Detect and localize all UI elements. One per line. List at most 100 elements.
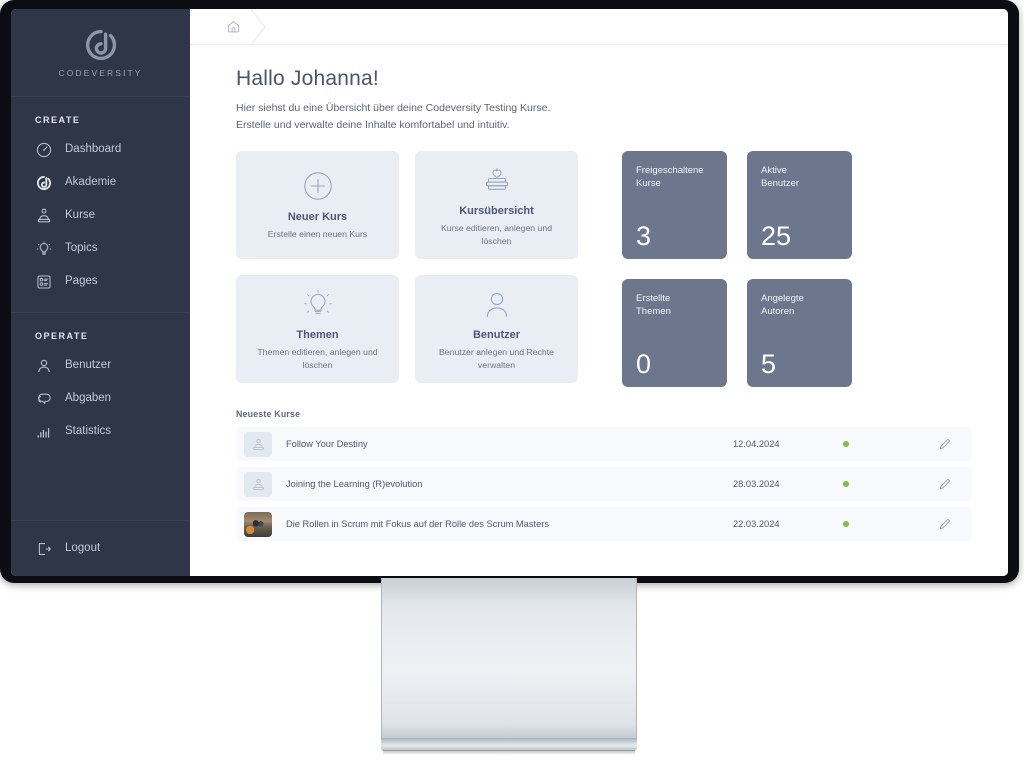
nav-heading-operate: OPERATE	[35, 331, 89, 341]
stat-card-label: Freigeschaltene Kurse	[636, 165, 704, 190]
sidebar-item-label: Topics	[65, 241, 98, 254]
sidebar-item-label: Pages	[65, 274, 98, 287]
action-card-benutzer[interactable]: Benutzer Benutzer anlegen und Rechte ver…	[415, 275, 578, 383]
chat-bubbles-icon	[35, 390, 52, 407]
sidebar-item-dashboard[interactable]: Dashboard	[11, 133, 190, 166]
sidebar-item-label: Benutzer	[65, 358, 112, 371]
page-subtitle-line1: Hier siehst du eine Übersicht über deine…	[236, 102, 551, 114]
nav-heading-create: CREATE	[35, 115, 81, 125]
course-thumbnail-photo	[244, 511, 272, 537]
course-thumbnail-placeholder	[244, 471, 272, 497]
action-card-desc: Themen editieren, anlegen und löschen	[257, 346, 378, 370]
table-row[interactable]: Joining the Learning (R)evolution 28.03.…	[236, 467, 972, 501]
person-icon	[481, 287, 513, 321]
courses-list: Follow Your Destiny 12.04.2024 Joining t…	[236, 427, 972, 541]
books-stack-icon	[35, 207, 52, 224]
action-card-desc: Kurse editieren, anlegen und löschen	[440, 222, 553, 246]
course-date: 22.03.2024	[733, 519, 780, 529]
stat-card-value: 3	[636, 221, 652, 251]
status-badge	[843, 441, 928, 447]
course-name: Joining the Learning (R)evolution	[286, 479, 423, 489]
lightbulb-icon	[302, 287, 334, 321]
apple-books-icon	[480, 163, 514, 197]
stat-card-value: 5	[761, 349, 777, 379]
edit-course-button[interactable]	[928, 437, 962, 451]
status-badge	[843, 521, 928, 527]
breadcrumb-separator-icon	[249, 9, 271, 46]
sidebar-item-statistics[interactable]: Statistics	[11, 415, 190, 448]
screenshot-stage: CODEVERSITY CREATE Dashboard Akademie Ku…	[0, 0, 1024, 761]
breadcrumb	[190, 9, 1008, 46]
action-card-title: Benutzer	[472, 328, 521, 341]
sidebar-item-benutzer[interactable]: Benutzer	[11, 349, 190, 382]
action-cards: Neuer Kurs Erstelle einen neuen Kurs Kur…	[236, 151, 578, 383]
stat-card-label: Aktive Benutzer	[761, 165, 800, 190]
dashboard-grid: Neuer Kurs Erstelle einen neuen Kurs Kur…	[236, 151, 972, 387]
action-card-kursuebersicht[interactable]: Kursübersicht Kurse editieren, anlegen u…	[415, 151, 578, 259]
sidebar-item-kurse[interactable]: Kurse	[11, 199, 190, 232]
page-title: Hallo Johanna!	[236, 67, 379, 90]
action-card-neuer-kurs[interactable]: Neuer Kurs Erstelle einen neuen Kurs	[236, 151, 399, 259]
sidebar-item-label: Kurse	[65, 208, 96, 221]
nav-section-operate: OPERATE Benutzer Abgaben Statistics	[11, 312, 190, 448]
sidebar-item-abgaben[interactable]: Abgaben	[11, 382, 190, 415]
sidebar-item-label: Abgaben	[65, 391, 112, 404]
stat-card-value: 25	[761, 221, 792, 251]
logout-button[interactable]: Logout	[11, 534, 190, 563]
stat-card-freigeschaltete-kurse[interactable]: Freigeschaltene Kurse 3	[622, 151, 727, 259]
sidebar-item-label: Dashboard	[65, 142, 122, 155]
page-subtitle: Hier siehst du eine Übersicht über deine…	[236, 100, 972, 134]
stat-cards: Freigeschaltene Kurse 3 Aktive Benutzer …	[622, 151, 852, 387]
monitor-screen: CODEVERSITY CREATE Dashboard Akademie Ku…	[11, 9, 1008, 576]
action-card-themen[interactable]: Themen Themen editieren, anlegen und lös…	[236, 275, 399, 383]
monitor-stand-neck	[381, 578, 637, 744]
stat-card-value: 0	[636, 349, 652, 379]
monitor-stand-shadow	[383, 750, 635, 755]
codeversity-mark-icon	[35, 174, 52, 191]
action-card-title: Themen	[296, 328, 339, 341]
stat-card-label: Angelegte Autoren	[761, 293, 804, 318]
stat-card-aktive-benutzer[interactable]: Aktive Benutzer 25	[747, 151, 852, 259]
stat-card-label: Erstellte Themen	[636, 293, 671, 318]
plus-circle-icon	[302, 169, 334, 203]
sidebar-item-pages[interactable]: Pages	[11, 265, 190, 298]
brand-name: CODEVERSITY	[58, 67, 143, 78]
person-icon	[35, 357, 52, 374]
sidebar-item-topics[interactable]: Topics	[11, 232, 190, 265]
sidebar-item-label: Akademie	[65, 175, 117, 188]
edit-course-button[interactable]	[928, 477, 962, 491]
brand: CODEVERSITY	[11, 9, 190, 97]
logout-icon	[35, 540, 52, 557]
sidebar-item-label: Statistics	[65, 424, 112, 437]
action-card-desc: Benutzer anlegen und Rechte verwalten	[439, 346, 554, 370]
table-row[interactable]: Follow Your Destiny 12.04.2024	[236, 427, 972, 461]
logout-label: Logout	[65, 541, 101, 554]
monitor-bezel: CODEVERSITY CREATE Dashboard Akademie Ku…	[0, 0, 1019, 583]
course-name: Follow Your Destiny	[286, 439, 368, 449]
dashboard-content: Hallo Johanna! Hier siehst du eine Übers…	[190, 45, 1008, 547]
lightbulb-icon	[35, 240, 52, 257]
sidebar: CODEVERSITY CREATE Dashboard Akademie Ku…	[11, 9, 190, 576]
main-content: Hallo Johanna! Hier siehst du eine Übers…	[190, 9, 1008, 576]
list-box-icon	[35, 273, 52, 290]
action-card-title: Neuer Kurs	[287, 211, 348, 224]
page-subtitle-line2: Erstelle und verwalte deine Inhalte komf…	[236, 119, 510, 131]
action-card-title: Kursübersicht	[459, 204, 534, 217]
action-card-desc: Erstelle einen neuen Kurs	[267, 229, 368, 240]
courses-heading: Neueste Kurse	[236, 409, 301, 419]
gauge-icon	[35, 141, 52, 158]
stat-card-erstellte-themen[interactable]: Erstellte Themen 0	[622, 279, 727, 387]
course-name: Die Rollen in Scrum mit Fokus auf der Ro…	[286, 519, 549, 529]
stat-card-angelegte-autoren[interactable]: Angelegte Autoren 5	[747, 279, 852, 387]
status-badge	[843, 481, 928, 487]
home-icon[interactable]	[226, 19, 241, 34]
course-thumbnail-placeholder	[244, 431, 272, 457]
course-date: 12.04.2024	[733, 439, 780, 449]
table-row[interactable]: Die Rollen in Scrum mit Fokus auf der Ro…	[236, 507, 972, 541]
edit-course-button[interactable]	[928, 517, 962, 531]
course-date: 28.03.2024	[733, 479, 780, 489]
sidebar-item-akademie[interactable]: Akademie	[11, 166, 190, 199]
codeversity-logo-icon	[84, 28, 118, 62]
logout-section: Logout	[11, 520, 190, 576]
